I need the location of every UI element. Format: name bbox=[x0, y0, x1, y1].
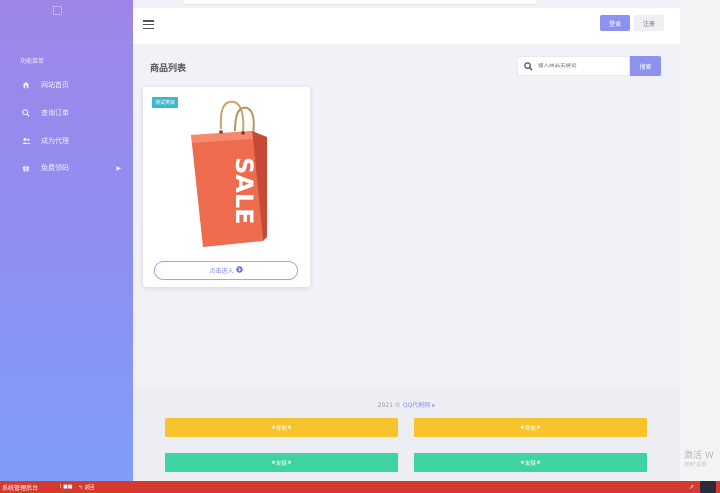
gift-icon bbox=[20, 164, 32, 172]
footer-link-button[interactable]: ★ 友链 ★ bbox=[165, 453, 398, 472]
logo-placeholder bbox=[53, 6, 62, 15]
activation-watermark: 激活 W bbox=[684, 451, 714, 461]
sidebar-item-label: 网站首页 bbox=[41, 81, 69, 89]
footer-link-button[interactable]: ★ 友链 ★ bbox=[414, 453, 647, 472]
sidebar-item-label: 成为代理 bbox=[41, 137, 69, 145]
sidebar-menu-title: 功能菜单 bbox=[20, 58, 45, 65]
header: 登录 注册 bbox=[133, 8, 680, 44]
sidebar-item-free-code[interactable]: 免费领码 ▶ bbox=[20, 161, 121, 175]
sidebar-item-label: 免费领码 bbox=[41, 164, 69, 172]
expand-icon[interactable]: ↗ bbox=[689, 484, 694, 491]
sidebar-item-agent[interactable]: 成为代理 bbox=[20, 134, 120, 148]
sidebar-item-orders[interactable]: 查询订单 bbox=[20, 106, 120, 120]
dot-icon: ▸ bbox=[432, 402, 436, 409]
sidebar-item-label: 查询订单 bbox=[41, 109, 69, 117]
users-icon bbox=[20, 137, 32, 145]
star-icon: ★ bbox=[536, 459, 541, 466]
chevron-right-icon: ▶ bbox=[116, 164, 121, 172]
star-icon: ★ bbox=[287, 459, 292, 466]
register-button[interactable]: 注册 bbox=[634, 15, 664, 31]
star-icon: ★ bbox=[287, 424, 292, 431]
top-strip bbox=[182, 0, 538, 5]
product-card[interactable]: 测试类目 SALE 点击进入 bbox=[143, 87, 310, 287]
search-box bbox=[517, 56, 630, 76]
search-input[interactable] bbox=[538, 63, 626, 69]
activation-watermark-sub: 转到"设置 bbox=[684, 462, 707, 468]
right-edge-panel bbox=[680, 0, 720, 481]
login-button[interactable]: 登录 bbox=[600, 15, 630, 31]
star-icon: ★ bbox=[536, 424, 541, 431]
product-image[interactable]: SALE bbox=[181, 99, 271, 253]
menu-toggle-icon[interactable] bbox=[143, 20, 154, 30]
taskbar-title[interactable]: 系统管理后台 bbox=[2, 483, 38, 492]
avatar[interactable] bbox=[700, 481, 716, 493]
footer-nav-button[interactable]: ★ 导航 ★ bbox=[414, 418, 647, 437]
enter-button-label: 点击进入 bbox=[209, 269, 234, 275]
search-icon bbox=[20, 109, 32, 117]
footer-nav-button[interactable]: ★ 导航 ★ bbox=[165, 418, 398, 437]
copyright-link[interactable]: QQ代刷网 bbox=[403, 402, 430, 409]
search-button[interactable]: 搜索 bbox=[630, 56, 661, 76]
category-tag: 测试类目 bbox=[152, 97, 179, 108]
enter-button[interactable]: 点击进入 bbox=[154, 261, 298, 280]
sidebar-item-home[interactable]: 网站首页 bbox=[20, 78, 120, 92]
footer: 2021 © QQ代刷网 ▸ ★ 导航 ★ ★ 导航 ★ ★ 友链 ★ ★ 友链 ★ bbox=[133, 387, 680, 481]
admin-taskbar: 系统管理后台 I ■■ ↰ 返回 ↗ bbox=[0, 481, 720, 493]
svg-text:SALE: SALE bbox=[230, 157, 258, 225]
search-icon bbox=[518, 61, 538, 71]
taskbar-item[interactable]: I ■■ bbox=[60, 484, 73, 490]
page-title: 商品列表 bbox=[150, 64, 187, 74]
sidebar: 功能菜单 网站首页 查询订单 成为代理 免费领码 ▶ bbox=[0, 0, 133, 481]
copyright: 2021 © QQ代刷网 ▸ bbox=[133, 400, 680, 409]
taskbar-back[interactable]: ↰ 返回 bbox=[79, 484, 95, 491]
home-icon bbox=[20, 81, 32, 89]
copyright-prefix: 2021 © bbox=[377, 402, 401, 409]
arrow-circle-right-icon bbox=[235, 266, 243, 275]
